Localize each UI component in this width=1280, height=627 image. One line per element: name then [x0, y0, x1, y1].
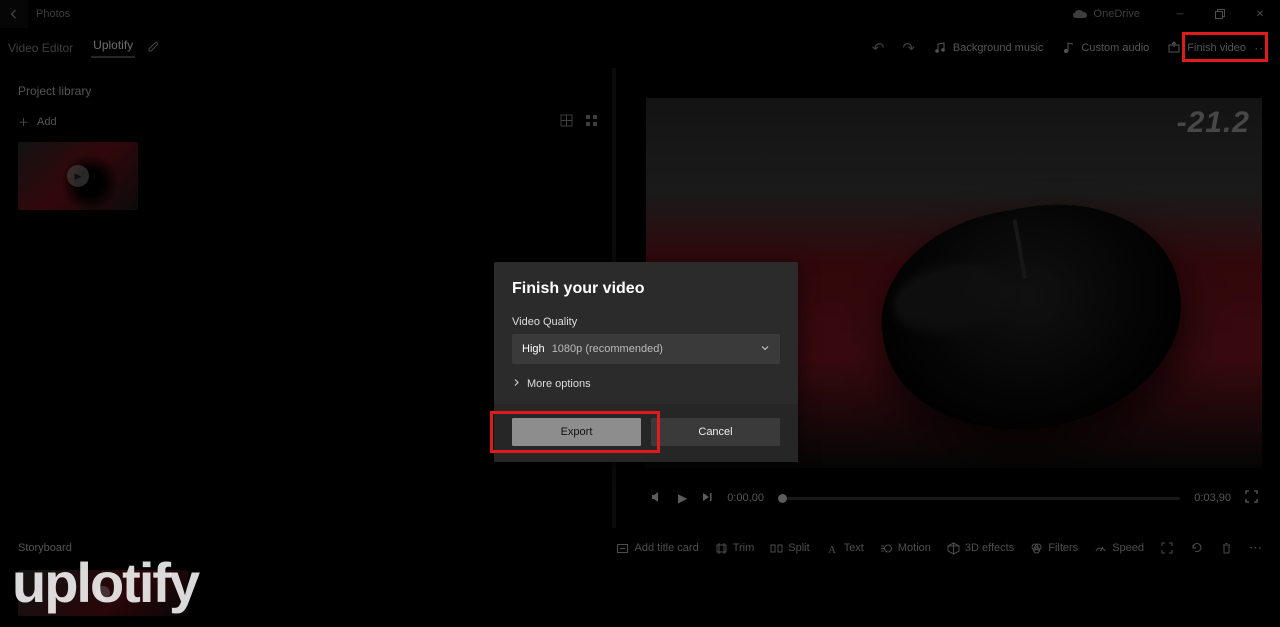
export-button[interactable]: Export [512, 418, 641, 446]
cancel-button[interactable]: Cancel [651, 418, 780, 446]
video-quality-dropdown[interactable]: High 1080p (recommended) [512, 334, 780, 364]
more-options-toggle[interactable]: More options [512, 378, 780, 390]
quality-value-detail: 1080p (recommended) [552, 343, 663, 355]
finish-video-dialog: Finish your video Video Quality High 108… [494, 262, 798, 462]
dialog-title: Finish your video [512, 280, 780, 298]
quality-value-high: High [522, 343, 545, 355]
video-quality-label: Video Quality [512, 316, 780, 328]
chevron-right-icon [512, 378, 521, 390]
more-options-label: More options [527, 378, 591, 390]
chevron-down-icon [760, 343, 770, 356]
